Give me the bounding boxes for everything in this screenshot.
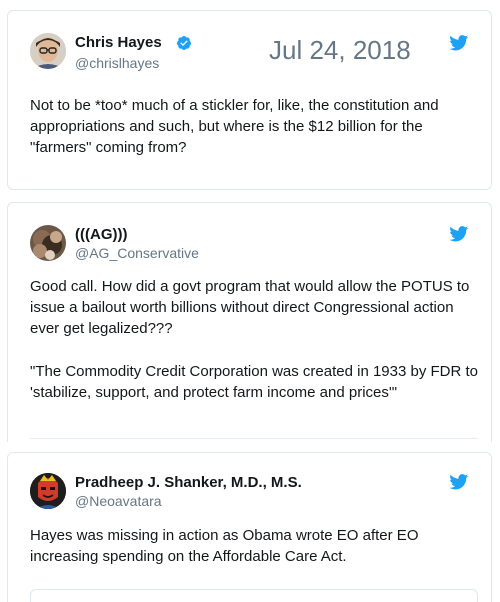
author-name[interactable]: (((AG))) — [75, 226, 127, 243]
twitter-bird-icon[interactable] — [449, 35, 469, 51]
tweet-date[interactable]: Jul 24, 2018 — [269, 35, 411, 66]
author-name[interactable]: Chris Hayes — [75, 34, 162, 51]
tweet-card-chris-hayes[interactable]: Chris Hayes @chrislhayes Jul 24, 2018 No… — [7, 10, 492, 190]
avatar[interactable] — [30, 33, 66, 69]
author-handle[interactable]: @AG_Conservative — [75, 245, 199, 261]
avatar-image — [30, 225, 66, 261]
avatar-image — [30, 473, 66, 509]
verified-badge-icon — [176, 35, 192, 51]
twitter-bird-icon[interactable] — [449, 474, 469, 490]
avatar[interactable] — [30, 225, 66, 261]
tweet-text: Good call. How did a govt program that w… — [30, 278, 470, 337]
author-handle[interactable]: @chrislhayes — [75, 55, 159, 71]
avatar-image — [30, 33, 66, 69]
card-divider — [30, 438, 478, 439]
tweet-text: Hayes was missing in action as Obama wro… — [30, 527, 419, 565]
tweet-text: Not to be *too* much of a stickler for, … — [30, 97, 439, 156]
tweet-card-ag[interactable]: (((AG))) @AG_Conservative Good call. How… — [7, 202, 492, 442]
twitter-bird-icon[interactable] — [449, 226, 469, 242]
avatar[interactable] — [30, 473, 66, 509]
author-name[interactable]: Pradheep J. Shanker, M.D., M.S. — [75, 474, 302, 491]
author-handle[interactable]: @Neoavatara — [75, 493, 162, 509]
tweet-quote-text: "The Commodity Credit Corporation was cr… — [30, 363, 479, 401]
tweet-card-pradheep[interactable]: Pradheep J. Shanker, M.D., M.S. @Neoavat… — [7, 452, 492, 602]
